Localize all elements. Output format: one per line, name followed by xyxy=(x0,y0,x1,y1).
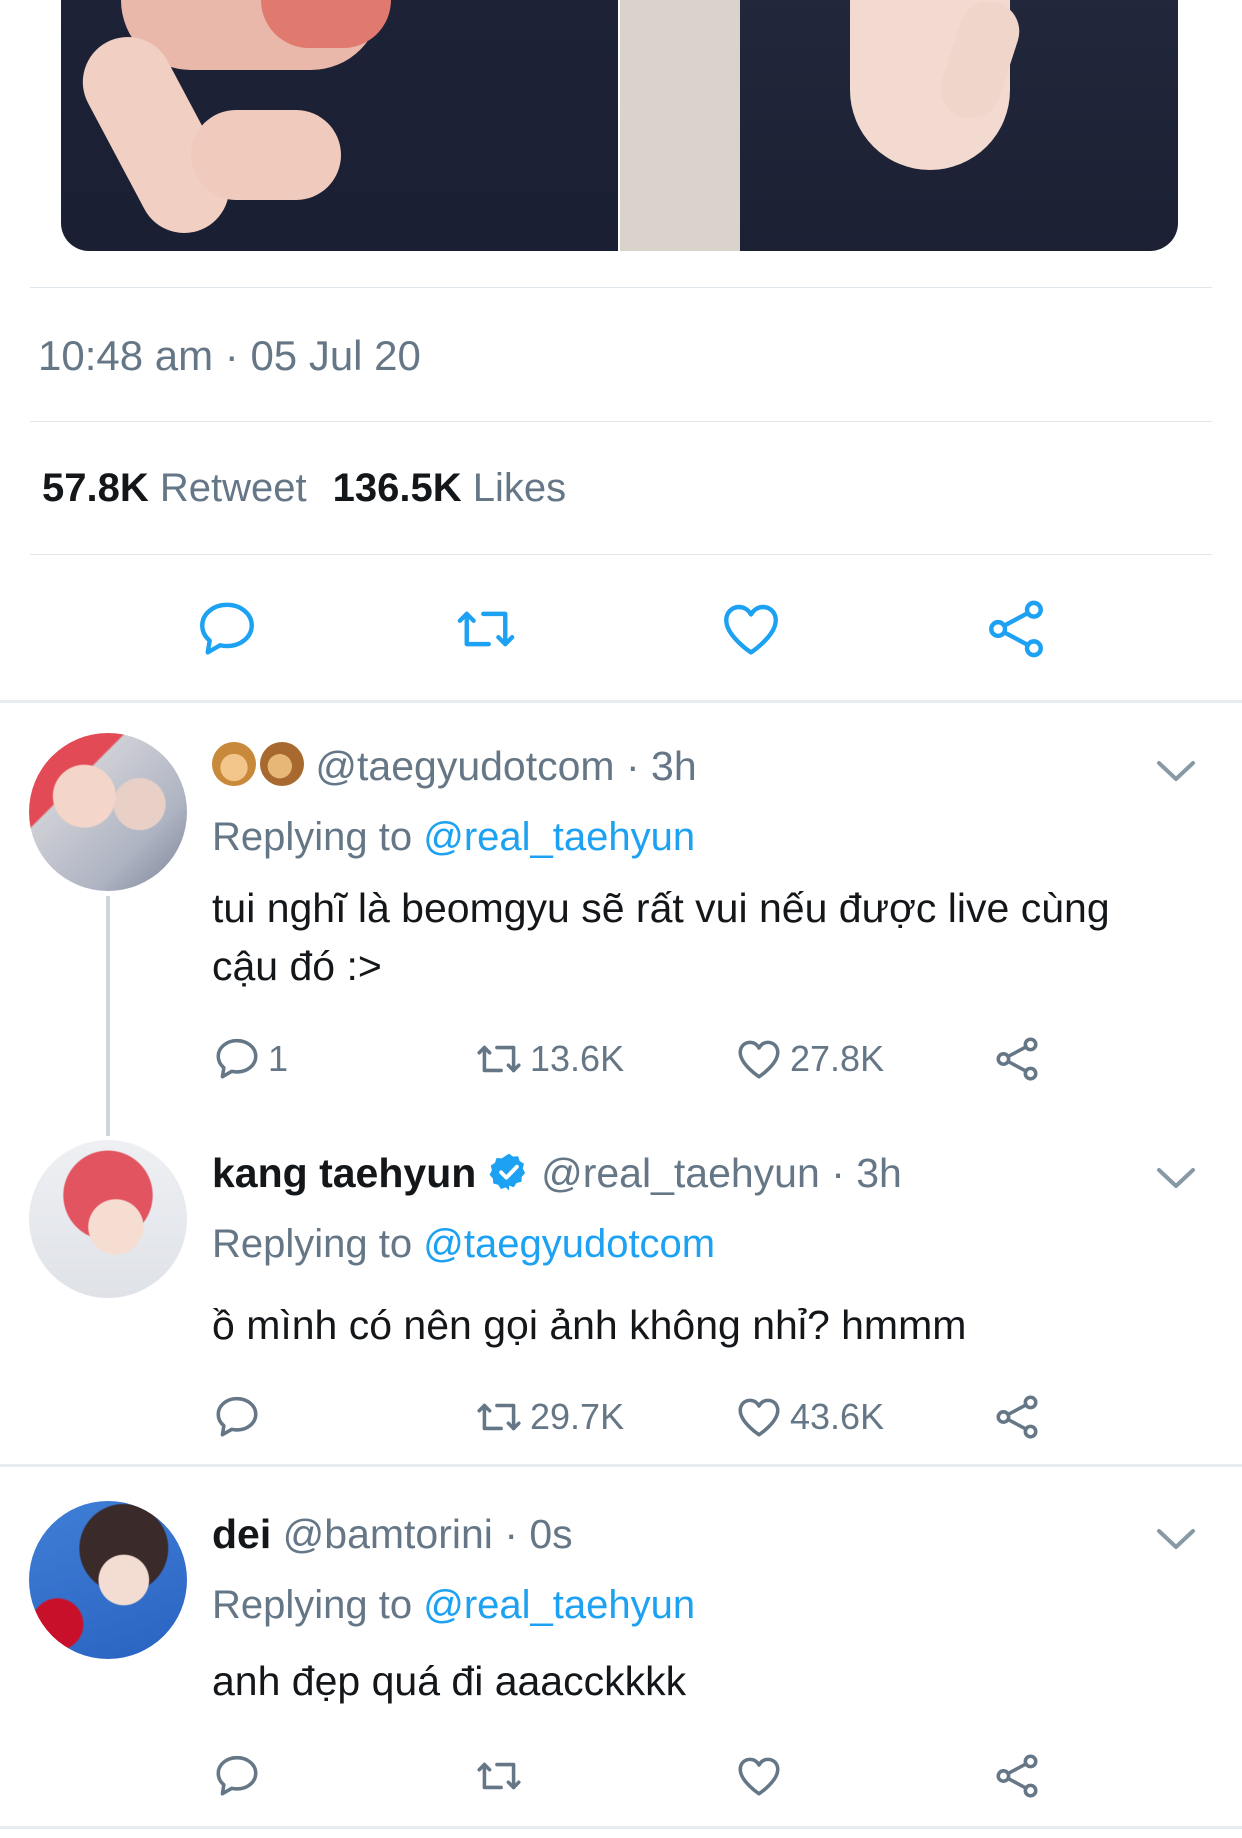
mention-link[interactable]: @real_taehyun xyxy=(423,815,695,859)
retweet-count: 57.8K xyxy=(42,466,149,510)
media-photo-right[interactable] xyxy=(620,0,1178,251)
like-icon[interactable] xyxy=(718,596,784,662)
section-divider xyxy=(0,700,1242,703)
mention-link[interactable]: @real_taehyun xyxy=(423,1583,695,1627)
like-icon xyxy=(734,1392,784,1442)
retweet-icon[interactable] xyxy=(453,596,519,662)
reply-count: 1 xyxy=(268,1038,289,1079)
retweet-action[interactable]: 29.7K xyxy=(474,1392,624,1442)
display-name[interactable]: kang taehyun xyxy=(212,1150,476,1196)
display-name[interactable]: dei xyxy=(212,1511,271,1557)
reply-text-line: tui nghĩ là beomgyu sẽ rất vui nếu được … xyxy=(212,885,1110,931)
retweet-icon xyxy=(474,1034,524,1084)
replying-label: Replying to xyxy=(212,815,413,859)
retweet-action[interactable] xyxy=(474,1751,530,1801)
verified-badge-icon xyxy=(488,1151,530,1193)
like-action[interactable] xyxy=(734,1751,790,1801)
chevron-down-icon[interactable] xyxy=(1154,756,1198,786)
divider xyxy=(30,287,1212,288)
share-action[interactable] xyxy=(992,1751,1042,1801)
share-icon xyxy=(992,1751,1042,1801)
chevron-down-icon[interactable] xyxy=(1154,1163,1198,1193)
reply-time: · 3h xyxy=(831,1150,902,1196)
like-icon xyxy=(734,1034,784,1084)
likes-label: Likes xyxy=(472,466,567,510)
likes-count: 136.5K xyxy=(332,466,462,510)
section-divider xyxy=(0,1464,1242,1467)
chipmunk-emoji-icon xyxy=(260,742,304,786)
reply-text-line: cậu đó :> xyxy=(212,943,382,989)
divider xyxy=(30,554,1212,555)
replying-to: Replying to @real_taehyun xyxy=(212,1583,695,1628)
tweet-stats: 57.8K Retweet 136.5K Likes xyxy=(42,466,566,511)
like-icon xyxy=(734,1751,784,1801)
reply-header: kang taehyun @real_taehyun · 3h xyxy=(212,1150,902,1197)
reply-time: · 3h xyxy=(625,743,697,789)
like-action[interactable]: 43.6K xyxy=(734,1392,884,1442)
user-handle[interactable]: @taegyudotcom xyxy=(315,743,614,789)
tweet-timestamp: 10:48 am · 05 Jul 20 xyxy=(38,332,421,379)
like-count: 43.6K xyxy=(790,1396,885,1437)
reply-text: tui nghĩ là beomgyu sẽ rất vui nếu được … xyxy=(212,879,1192,995)
reply-header: @taegyudotcom · 3h xyxy=(212,742,697,790)
like-action[interactable]: 27.8K xyxy=(734,1034,884,1084)
reply-time: · 0s xyxy=(504,1511,573,1557)
retweet-icon xyxy=(474,1751,524,1801)
avatar[interactable] xyxy=(29,733,187,891)
reply-action[interactable]: 1 xyxy=(212,1034,288,1084)
reply-icon xyxy=(212,1034,262,1084)
reply-text: anh đẹp quá đi aaacckkkk xyxy=(212,1658,687,1704)
replying-to: Replying to @taegyudotcom xyxy=(212,1222,715,1267)
replying-label: Replying to xyxy=(212,1583,413,1627)
reply-action[interactable] xyxy=(212,1392,268,1442)
share-action[interactable] xyxy=(992,1034,1042,1084)
retweet-action[interactable]: 13.6K xyxy=(474,1034,624,1084)
replying-label: Replying to xyxy=(212,1222,413,1266)
share-action[interactable] xyxy=(992,1392,1042,1442)
like-count: 27.8K xyxy=(790,1038,885,1079)
share-icon xyxy=(992,1392,1042,1442)
retweet-label: Retweet xyxy=(159,466,307,510)
retweet-count: 13.6K xyxy=(530,1038,625,1079)
reply-icon xyxy=(212,1751,262,1801)
reply-action[interactable] xyxy=(212,1751,268,1801)
avatar[interactable] xyxy=(29,1140,187,1298)
section-divider xyxy=(0,1826,1242,1829)
share-icon xyxy=(992,1034,1042,1084)
retweet-count: 29.7K xyxy=(530,1396,625,1437)
bear-emoji-icon xyxy=(212,742,256,786)
share-icon[interactable] xyxy=(983,596,1049,662)
replying-to: Replying to @real_taehyun xyxy=(212,815,695,860)
reply-header: dei @bamtorini · 0s xyxy=(212,1511,573,1558)
divider xyxy=(30,421,1212,422)
chevron-down-icon[interactable] xyxy=(1154,1524,1198,1554)
reply-icon[interactable] xyxy=(194,596,260,662)
retweet-stat[interactable]: 57.8K Retweet xyxy=(42,466,307,510)
retweet-icon xyxy=(474,1392,524,1442)
reply-text: ồ mình có nên gọi ảnh không nhỉ? hmmm xyxy=(212,1302,967,1348)
user-handle[interactable]: @bamtorini xyxy=(283,1511,493,1557)
thread-line xyxy=(106,896,110,1136)
media-photo-left[interactable] xyxy=(61,0,618,251)
user-handle[interactable]: @real_taehyun xyxy=(541,1150,820,1196)
tweet-media[interactable] xyxy=(61,0,1178,251)
avatar[interactable] xyxy=(29,1501,187,1659)
likes-stat[interactable]: 136.5K Likes xyxy=(333,466,567,510)
mention-link[interactable]: @taegyudotcom xyxy=(423,1222,715,1266)
reply-icon xyxy=(212,1392,262,1442)
